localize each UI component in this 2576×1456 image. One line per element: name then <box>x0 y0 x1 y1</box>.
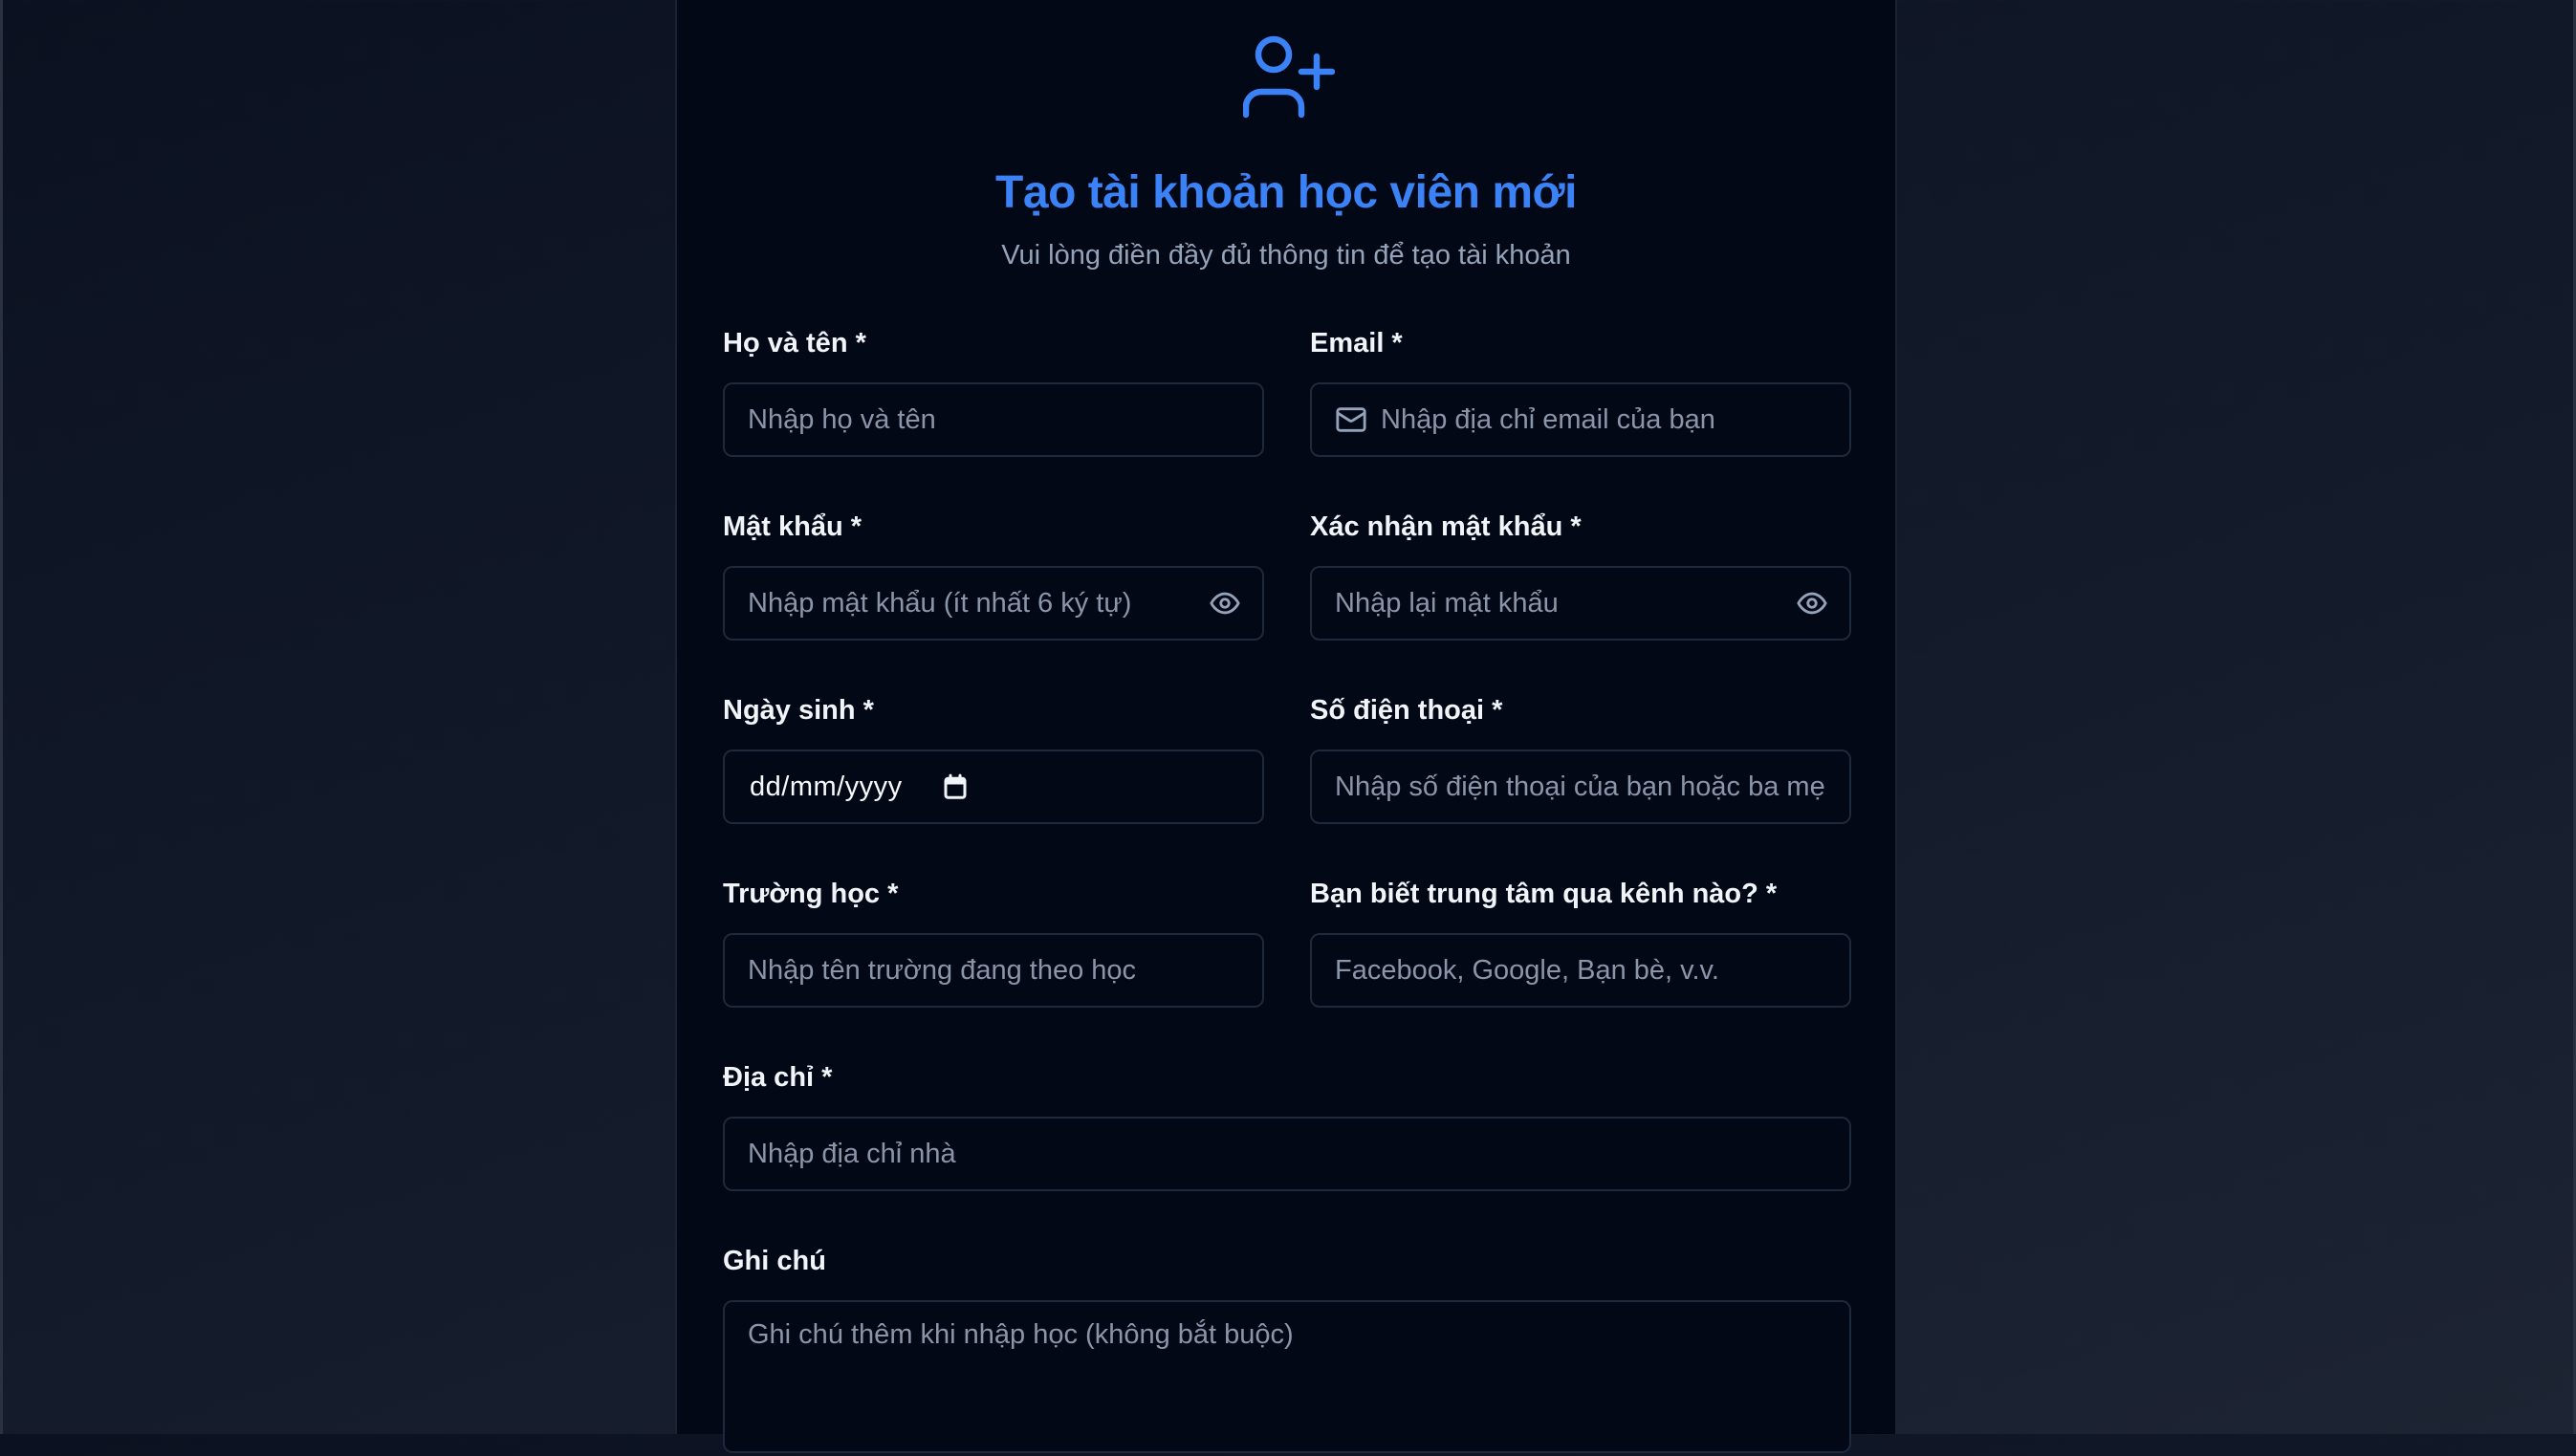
birth-date-label: Ngày sinh * <box>723 695 874 726</box>
school-field <box>723 933 1264 1008</box>
note-textarea[interactable] <box>725 1302 1849 1451</box>
eye-icon[interactable] <box>1209 587 1241 619</box>
window-left-edge <box>0 0 3 1434</box>
confirm-password-input[interactable] <box>1312 568 1796 639</box>
address-label: Địa chỉ * <box>723 1062 833 1093</box>
phone-field <box>1310 750 1851 824</box>
password-label: Mật khẩu * <box>723 511 862 542</box>
full-name-label: Họ và tên * <box>723 328 866 359</box>
mail-icon <box>1336 407 1366 432</box>
phone-label: Số điện thoại * <box>1310 695 1503 726</box>
email-label: Email * <box>1310 328 1403 359</box>
email-input[interactable] <box>1367 384 1849 455</box>
birth-date-value: dd/mm/yyyy <box>750 771 903 802</box>
form-title: Tạo tài khoản học viên mới <box>995 167 1577 218</box>
full-name-field <box>723 382 1264 457</box>
email-field <box>1310 382 1851 457</box>
confirm-password-label: Xác nhận mật khẩu * <box>1310 511 1582 542</box>
password-field <box>723 566 1264 641</box>
eye-icon[interactable] <box>1796 587 1828 619</box>
referral-field <box>1310 933 1851 1008</box>
address-field <box>723 1117 1851 1191</box>
user-plus-icon <box>1243 35 1335 119</box>
note-label: Ghi chú <box>723 1246 826 1276</box>
password-input[interactable] <box>725 568 1209 639</box>
note-field <box>723 1300 1851 1453</box>
calendar-icon[interactable] <box>941 772 970 801</box>
referral-label: Bạn biết trung tâm qua kênh nào? * <box>1310 879 1778 909</box>
phone-input[interactable] <box>1312 751 1849 822</box>
full-name-input[interactable] <box>725 384 1262 455</box>
confirm-password-field <box>1310 566 1851 641</box>
registration-form-panel: Tạo tài khoản học viên mới Vui lòng điền… <box>675 0 1897 1453</box>
school-label: Trường học * <box>723 879 899 909</box>
school-input[interactable] <box>725 935 1262 1006</box>
address-input[interactable] <box>725 1119 1849 1189</box>
form-subtitle: Vui lòng điền đầy đủ thông tin để tạo tà… <box>1001 240 1571 271</box>
birth-date-input[interactable]: dd/mm/yyyy <box>723 750 1264 824</box>
referral-input[interactable] <box>1312 935 1849 1006</box>
